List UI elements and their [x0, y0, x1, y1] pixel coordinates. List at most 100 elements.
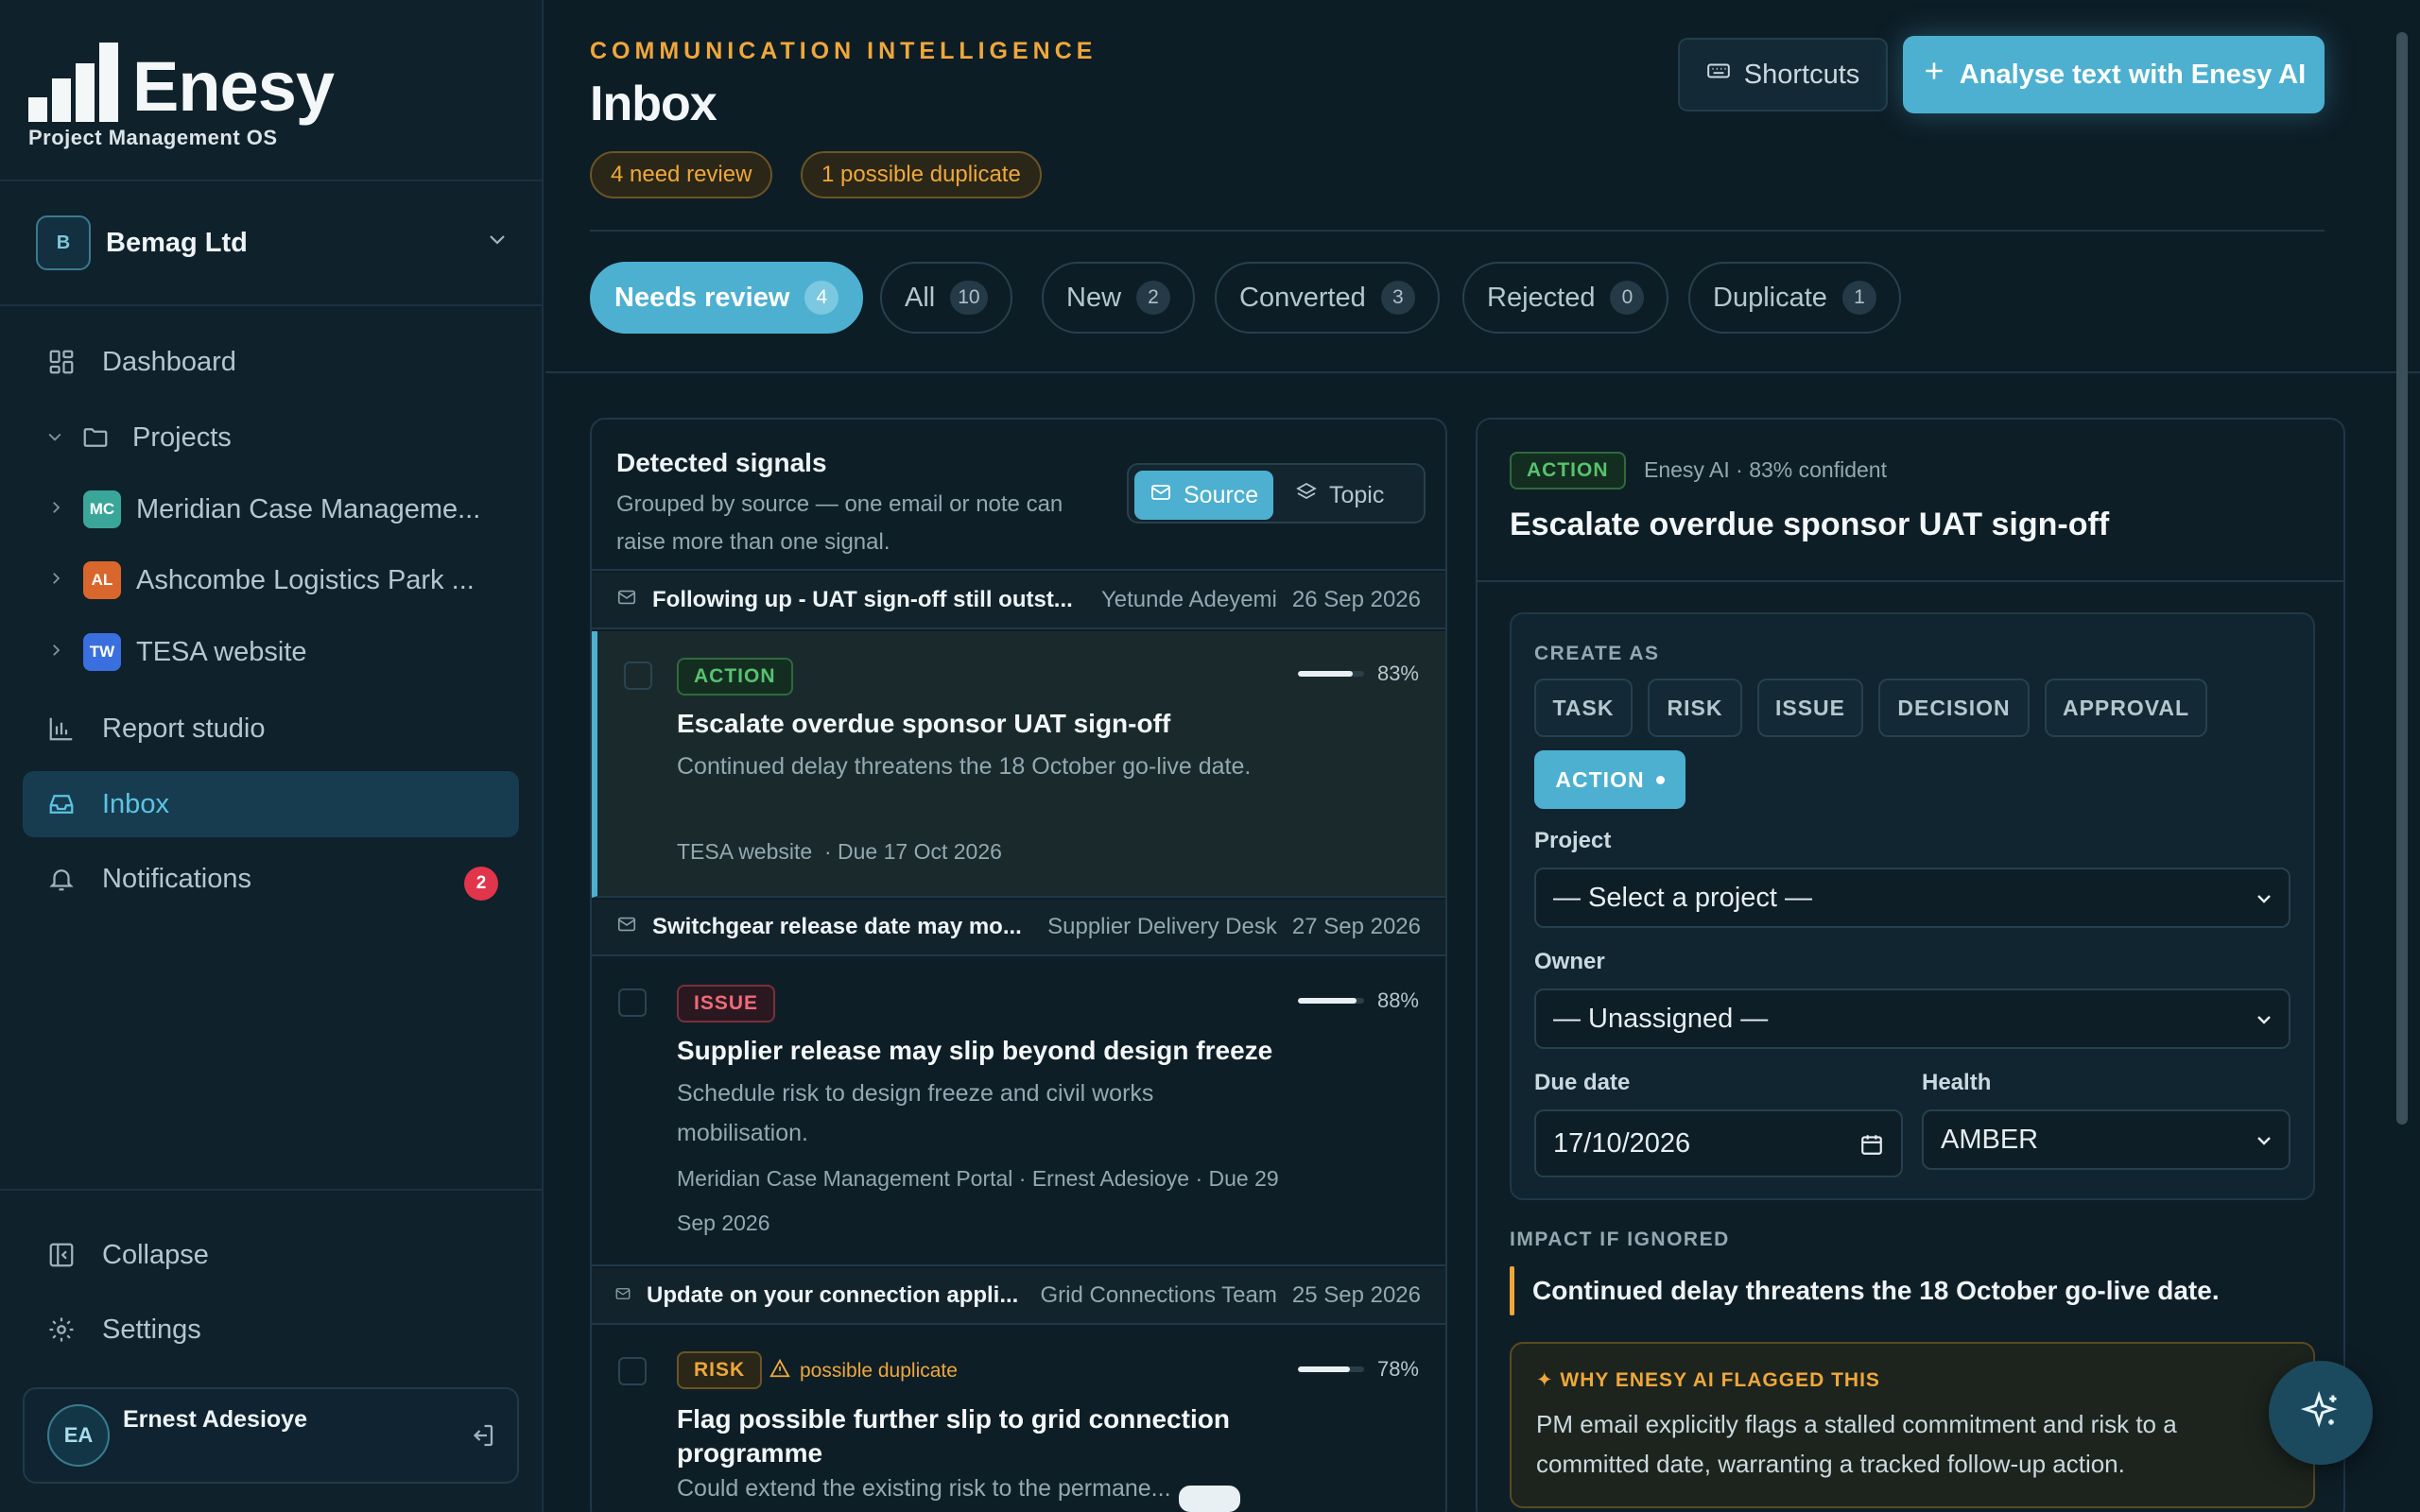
confidence-bar	[1297, 671, 1364, 677]
project-item-meridian[interactable]: MC Meridian Case Manageme...	[47, 481, 520, 538]
avatar[interactable]: EA	[47, 1404, 110, 1467]
tab-needs-review[interactable]: Needs review 4	[590, 262, 864, 334]
type-approval-button[interactable]: APPROVAL	[2045, 679, 2207, 737]
folder-icon	[79, 421, 112, 454]
bell-icon	[45, 863, 78, 895]
chevron-down-icon	[45, 422, 64, 454]
confidence-meter: 78%	[1297, 1357, 1419, 1382]
source-subject: Update on your connection appli...	[647, 1282, 1019, 1308]
org-switcher[interactable]: B Bemag Ltd	[36, 215, 509, 271]
nav-projects[interactable]: Projects	[38, 404, 534, 471]
tab-converted[interactable]: Converted 3	[1215, 262, 1440, 334]
nav-notifications[interactable]: Notifications 2	[23, 846, 519, 912]
due-date-input[interactable]: 17/10/2026	[1534, 1109, 1903, 1177]
source-subject: Switchgear release date may mo...	[652, 914, 1022, 939]
detail-title: Escalate overdue sponsor UAT sign-off	[1510, 507, 2110, 542]
health-select[interactable]: AMBER	[1922, 1109, 2290, 1170]
sparkle-icon	[2300, 1390, 2342, 1436]
sidebar-divider	[0, 180, 544, 181]
group-by-topic-label: Topic	[1329, 481, 1385, 508]
brand-name: Enesy	[132, 47, 335, 126]
nav-notifications-label: Notifications	[102, 863, 251, 894]
shortcuts-button[interactable]: Shortcuts	[1678, 38, 1888, 112]
tab-count: 3	[1380, 281, 1415, 315]
owner-select[interactable]: — Unassigned —	[1534, 988, 2290, 1049]
signal-item[interactable]: ACTION 83% Escalate overdue sponsor UAT …	[592, 631, 1445, 898]
confidence-value: 88%	[1376, 988, 1419, 1012]
tab-count: 4	[804, 281, 839, 315]
chevron-down-icon	[486, 228, 509, 257]
tab-new[interactable]: New 2	[1042, 262, 1196, 334]
analyse-text-button[interactable]: Analyse text with Enesy AI	[1903, 36, 2325, 113]
nav-settings[interactable]: Settings	[23, 1297, 519, 1363]
horizontal-scroll-handle[interactable]	[1179, 1486, 1240, 1512]
page-eyebrow: COMMUNICATION INTELLIGENCE	[590, 38, 1098, 64]
chevron-down-icon	[2253, 886, 2275, 918]
confidence-bar	[1297, 1366, 1364, 1372]
vertical-scrollbar[interactable]	[2396, 32, 2408, 1125]
source-group-header[interactable]: Update on your connection appli... Grid …	[592, 1268, 1445, 1325]
type-decision-button[interactable]: DECISION	[1878, 679, 2030, 737]
ai-assistant-button[interactable]	[2269, 1361, 2373, 1465]
signal-item[interactable]: ISSUE 88% Supplier release may slip beyo…	[592, 958, 1445, 1266]
project-item-tesa[interactable]: TW TESA website	[47, 624, 520, 680]
source-group-header[interactable]: Switchgear release date may mo... Suppli…	[592, 900, 1445, 956]
source-sender: Grid Connections Team	[1040, 1282, 1277, 1308]
nav-settings-label: Settings	[102, 1314, 201, 1345]
nav-collapse-label: Collapse	[102, 1239, 209, 1270]
due-date-value: 17/10/2026	[1553, 1127, 1691, 1159]
tab-duplicate[interactable]: Duplicate 1	[1688, 262, 1901, 334]
calendar-icon[interactable]	[1859, 1132, 1884, 1164]
sidebar-divider	[0, 304, 544, 306]
type-risk-button[interactable]: RISK	[1648, 679, 1742, 737]
type-task-button[interactable]: TASK	[1534, 679, 1633, 737]
duplicate-pill[interactable]: 1 possible duplicate	[801, 151, 1042, 198]
tab-all[interactable]: All 10	[880, 262, 1012, 334]
nav-dashboard[interactable]: Dashboard	[23, 329, 519, 395]
tab-label: Duplicate	[1713, 282, 1827, 313]
tab-label: New	[1066, 282, 1122, 313]
type-action-label: ACTION	[1555, 766, 1645, 792]
signal-item[interactable]: RISK possible duplicate 78% Flag possibl…	[592, 1327, 1445, 1512]
nav-report-studio[interactable]: Report studio	[23, 696, 519, 762]
signal-type-tag: ISSUE	[677, 985, 776, 1022]
signal-type-tag: RISK	[677, 1351, 763, 1389]
collapse-icon	[45, 1239, 78, 1271]
source-sender: Supplier Delivery Desk	[1047, 914, 1277, 939]
logout-icon[interactable]	[468, 1421, 496, 1454]
tab-count: 10	[950, 281, 988, 315]
source-group-header[interactable]: Following up - UAT sign-off still outst.…	[592, 573, 1445, 629]
project-item-ashcombe[interactable]: AL Ashcombe Logistics Park ...	[47, 552, 520, 609]
tab-count: 2	[1136, 281, 1171, 315]
header-divider	[590, 230, 2325, 232]
signal-checkbox[interactable]	[618, 988, 647, 1017]
confidence-fill	[1297, 671, 1354, 677]
nav-projects-label: Projects	[132, 421, 232, 453]
signal-checkbox[interactable]	[624, 662, 652, 690]
type-issue-button[interactable]: ISSUE	[1757, 679, 1863, 737]
tab-label: Rejected	[1487, 282, 1596, 313]
duplicate-warning: possible duplicate	[769, 1358, 958, 1384]
mail-icon	[616, 914, 637, 941]
layers-icon	[1295, 481, 1318, 510]
project-select[interactable]: — Select a project —	[1534, 868, 2290, 928]
user-card: EA Ernest Adesioye	[23, 1387, 519, 1484]
needs-review-pill[interactable]: 4 need review	[590, 151, 773, 198]
detail-ai-confidence: Enesy AI · 83% confident	[1644, 457, 1887, 482]
type-action-button[interactable]: ACTION	[1534, 750, 1685, 809]
project-badge: AL	[83, 561, 121, 599]
group-by-source-button[interactable]: Source	[1134, 471, 1274, 520]
dashboard-icon	[45, 346, 78, 378]
signal-checkbox[interactable]	[618, 1357, 647, 1385]
org-name: Bemag Ltd	[106, 228, 248, 258]
nav-collapse[interactable]: Collapse	[23, 1222, 519, 1288]
tab-rejected[interactable]: Rejected 0	[1462, 262, 1669, 334]
keyboard-icon	[1706, 59, 1731, 91]
project-label: Ashcombe Logistics Park ...	[136, 564, 475, 595]
nav-inbox[interactable]: Inbox	[23, 771, 519, 837]
impact-accent-bar	[1510, 1266, 1514, 1315]
signal-type-tag: ACTION	[677, 658, 793, 696]
nav-dashboard-label: Dashboard	[102, 346, 236, 377]
project-field-label: Project	[1534, 828, 1612, 853]
group-by-topic-button[interactable]: Topic	[1280, 471, 1399, 520]
